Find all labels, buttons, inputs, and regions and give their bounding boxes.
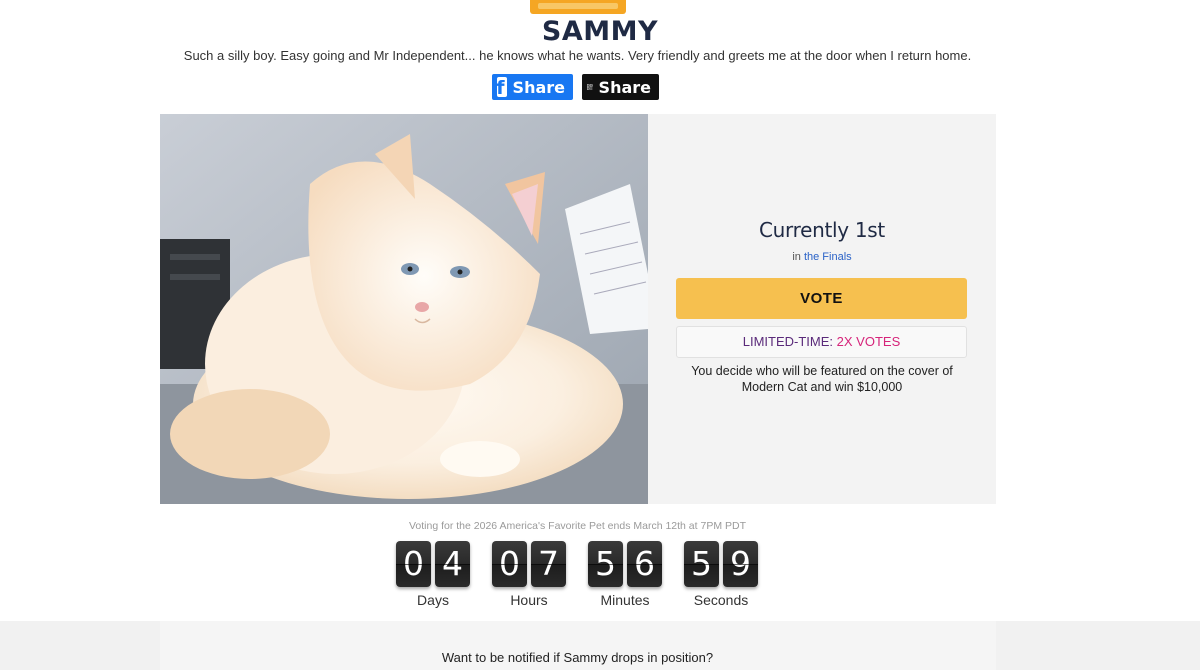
vote-panel: Currently 1st in the Finals VOTE LIMITED… <box>648 114 996 504</box>
round-link[interactable]: the Finals <box>804 251 852 263</box>
share-label: Share <box>512 77 565 97</box>
countdown-label: Hours <box>510 592 548 608</box>
countdown-digit: 0 <box>396 541 431 587</box>
countdown-digit: 5 <box>588 541 623 587</box>
countdown-timer: 0 4 Days 0 7 Hours 5 6 Minutes 5 9 Secon… <box>394 541 760 608</box>
countdown-hours: 0 7 Hours <box>490 541 568 608</box>
countdown-label: Seconds <box>693 592 749 608</box>
pet-name: SAMMY <box>541 16 659 47</box>
countdown-days: 0 4 Days <box>394 541 472 608</box>
qr-share-button[interactable]: Share <box>582 74 659 100</box>
cat-photo-illustration <box>160 114 648 504</box>
notify-prompt: Want to be notified if Sammy drops in po… <box>441 650 714 665</box>
round-prefix: in <box>792 251 801 263</box>
rank-title: Currently 1st <box>759 218 885 242</box>
countdown-digit: 0 <box>492 541 527 587</box>
vote-button[interactable]: VOTE <box>676 278 967 319</box>
ribbon-badge <box>530 0 626 14</box>
qr-code-icon <box>587 84 593 90</box>
countdown-digit: 9 <box>723 541 758 587</box>
countdown-label: Days <box>417 592 449 608</box>
countdown-seconds: 5 9 Seconds <box>682 541 760 608</box>
countdown-label: Minutes <box>600 592 650 608</box>
pet-photo <box>160 114 648 504</box>
countdown-digit: 7 <box>531 541 566 587</box>
countdown-digit: 5 <box>684 541 719 587</box>
countdown-minutes: 5 6 Minutes <box>586 541 664 608</box>
facebook-icon: f <box>496 77 507 99</box>
promo-banner: LIMITED-TIME: 2X VOTES <box>676 326 967 358</box>
facebook-share-button[interactable]: f Share <box>492 74 573 100</box>
share-row: f Share Share <box>492 74 659 100</box>
panel-note: You decide who will be featured on the c… <box>691 364 953 394</box>
promo-highlight: 2X VOTES <box>836 334 901 349</box>
share-label: Share <box>598 77 651 97</box>
voting-deadline: Voting for the 2026 America's Favorite P… <box>408 520 746 532</box>
countdown-digit: 4 <box>435 541 470 587</box>
promo-label: LIMITED-TIME: <box>742 334 834 349</box>
round-info: in the Finals <box>648 251 996 263</box>
pet-card: Currently 1st in the Finals VOTE LIMITED… <box>160 114 996 504</box>
countdown-digit: 6 <box>627 541 662 587</box>
pet-description: Such a silly boy. Easy going and Mr Inde… <box>183 48 972 63</box>
